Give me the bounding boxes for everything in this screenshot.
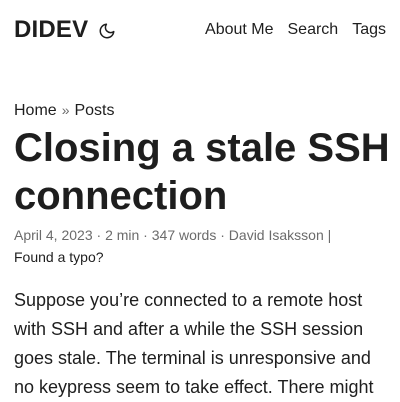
meta-separator: · xyxy=(216,227,229,243)
site-header: DIDEV About Me Search Tags xyxy=(0,0,400,60)
moon-icon[interactable] xyxy=(98,22,116,40)
meta-separator: · xyxy=(139,227,152,243)
breadcrumb: Home » Posts xyxy=(14,101,115,121)
site-logo[interactable]: DIDEV xyxy=(14,16,88,44)
meta-pipe: | xyxy=(323,227,332,243)
breadcrumb-separator: » xyxy=(61,102,70,118)
word-count: 347 words xyxy=(151,227,217,243)
breadcrumb-posts[interactable]: Posts xyxy=(74,101,114,121)
nav-tags[interactable]: Tags xyxy=(352,20,386,40)
post-content-paragraph: Suppose you’re connected to a remote hos… xyxy=(14,290,374,397)
post-meta: April 4, 2023 · 2 min · 347 words · Davi… xyxy=(14,224,394,268)
breadcrumb-home[interactable]: Home xyxy=(14,101,57,121)
main-nav: About Me Search Tags xyxy=(205,20,386,40)
post-date: April 4, 2023 xyxy=(14,227,93,243)
nav-search[interactable]: Search xyxy=(288,20,339,40)
found-a-typo-link[interactable]: Found a typo? xyxy=(14,249,104,265)
page-title: Closing a stale SSH connection xyxy=(14,126,390,218)
post-author: David Isaksson xyxy=(228,227,324,243)
reading-time: 2 min xyxy=(105,227,140,243)
meta-separator: · xyxy=(92,227,106,243)
nav-about-me[interactable]: About Me xyxy=(205,20,273,40)
